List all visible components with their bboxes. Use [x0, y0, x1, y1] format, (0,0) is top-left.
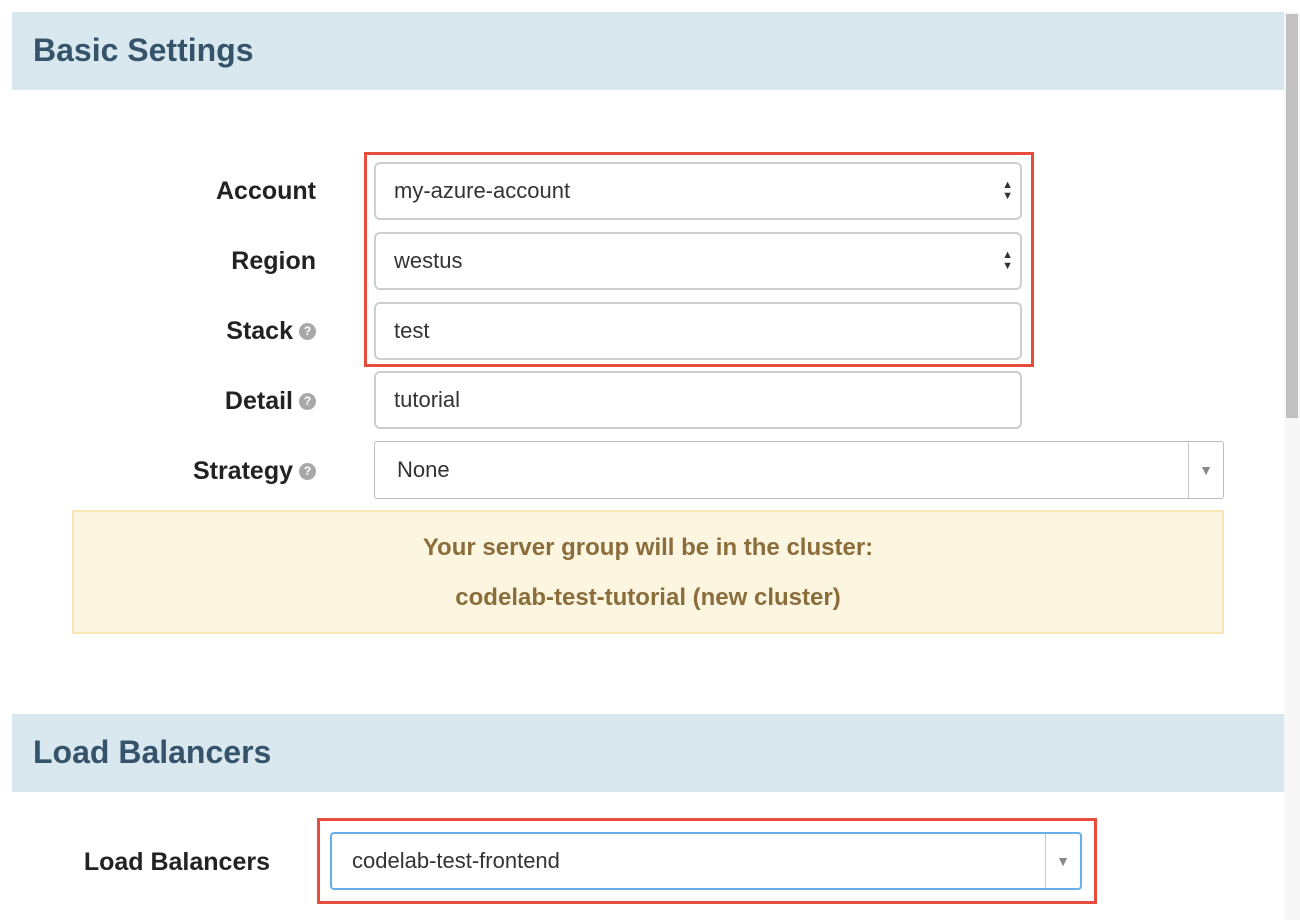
detail-label-text: Detail: [224, 386, 293, 415]
strategy-value: None: [397, 457, 450, 482]
help-icon[interactable]: ?: [299, 462, 316, 480]
stack-label: Stack ?: [60, 312, 316, 350]
load-balancers-header: Load Balancers: [12, 714, 1284, 792]
stack-label-text: Stack: [226, 316, 293, 345]
region-label-text: Region: [231, 246, 316, 275]
help-icon[interactable]: ?: [299, 322, 316, 340]
strategy-label: Strategy ?: [60, 452, 316, 490]
load-balancers-label-text: Load Balancers: [83, 847, 270, 876]
account-select[interactable]: my-azure-account ▲ ▼: [374, 162, 1022, 220]
stack-input[interactable]: test: [374, 302, 1022, 360]
dropdown-arrow-icon: ▼: [1188, 442, 1223, 498]
cluster-notice-line2: codelab-test-tutorial (new cluster): [455, 584, 841, 611]
account-label: Account: [60, 172, 316, 210]
detail-value: tutorial: [394, 387, 461, 412]
basic-settings-header: Basic Settings: [12, 12, 1284, 90]
stack-value: test: [394, 318, 430, 343]
help-icon[interactable]: ?: [299, 392, 316, 410]
load-balancers-dropdown[interactable]: codelab-test-frontend ▼: [330, 832, 1082, 890]
detail-label: Detail ?: [60, 382, 316, 420]
cluster-notice: Your server group will be in the cluster…: [72, 510, 1224, 634]
load-balancers-title: Load Balancers: [33, 734, 272, 770]
region-select[interactable]: westus ▲ ▼: [374, 232, 1022, 290]
load-balancers-label: Load Balancers: [20, 843, 270, 881]
strategy-label-text: Strategy: [192, 456, 293, 485]
dropdown-arrow-icon: ▼: [1045, 834, 1080, 888]
cluster-notice-line1: Your server group will be in the cluster…: [422, 534, 874, 561]
basic-settings-title: Basic Settings: [33, 32, 254, 68]
account-label-text: Account: [216, 176, 316, 205]
select-updown-icon: ▲ ▼: [1002, 249, 1013, 272]
select-updown-icon: ▲ ▼: [1002, 179, 1013, 202]
strategy-dropdown[interactable]: None ▼: [374, 441, 1224, 499]
scrollbar-thumb[interactable]: [1286, 14, 1298, 418]
detail-input[interactable]: tutorial: [374, 371, 1022, 429]
load-balancers-value: codelab-test-frontend: [352, 848, 560, 873]
region-label: Region: [60, 242, 316, 280]
region-value: westus: [394, 248, 463, 273]
account-value: my-azure-account: [394, 178, 571, 203]
